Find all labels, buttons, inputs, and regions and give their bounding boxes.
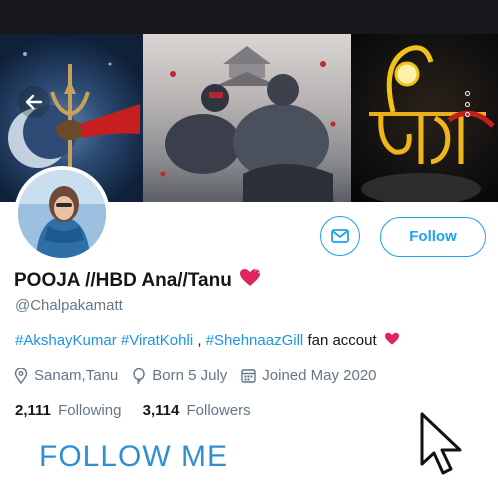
balloon-icon — [133, 367, 145, 384]
envelope-icon — [331, 229, 349, 243]
display-name-row: POOJA //HBD Ana//Tanu — [14, 268, 261, 292]
join-date: Joined May 2020 — [241, 367, 377, 384]
vertical-dots-icon — [464, 91, 470, 96]
heart-icon — [384, 332, 399, 345]
hashtag-link[interactable]: #ViratKohli — [121, 332, 193, 349]
hashtag-link[interactable]: #ShehnaazGill — [206, 332, 304, 349]
birthday: Born 5 July — [132, 367, 227, 384]
bio-text: fan accout — [307, 332, 377, 349]
join-date-text: Joined May 2020 — [262, 367, 377, 384]
location-pin-icon — [14, 367, 28, 384]
calendar-icon — [241, 369, 256, 383]
followers-count: 3,114 — [142, 402, 180, 419]
location-text: Sanam,Tanu — [34, 367, 119, 384]
top-bar — [0, 0, 498, 34]
message-button[interactable] — [320, 216, 360, 256]
back-button[interactable] — [18, 86, 50, 118]
birthday-text: Born 5 July — [152, 367, 228, 384]
followers-label: Followers — [186, 402, 251, 419]
banner-image-meditation — [143, 34, 351, 202]
profile-meta: Sanam,Tanu Born 5 July Joined May 2020 — [14, 367, 391, 384]
following-label: Following — [58, 402, 122, 419]
follow-me-caption: FOLLOW ME — [39, 440, 229, 473]
following-count: 2,111 — [15, 402, 51, 419]
follow-stats: 2,111 Following 3,114 Followers — [15, 402, 251, 419]
more-options-button[interactable] — [457, 88, 477, 120]
hashtag-link[interactable]: #AkshayKumar — [15, 332, 117, 349]
user-handle: @Chalpakamatt — [15, 297, 123, 314]
bio: #AkshayKumar #ViratKohli , #ShehnaazGill… — [15, 332, 400, 349]
location: Sanam,Tanu — [14, 367, 118, 384]
display-name: POOJA //HBD Ana//Tanu — [14, 270, 232, 291]
heart-icon — [240, 268, 261, 286]
mouse-pointer-icon — [418, 410, 468, 483]
bio-separator: , — [197, 332, 202, 349]
avatar[interactable] — [14, 166, 110, 262]
arrow-left-icon — [25, 94, 43, 110]
follow-button[interactable]: Follow — [380, 217, 486, 257]
following-link[interactable]: 2,111 Following — [15, 402, 126, 419]
followers-link[interactable]: 3,114 Followers — [143, 402, 251, 419]
